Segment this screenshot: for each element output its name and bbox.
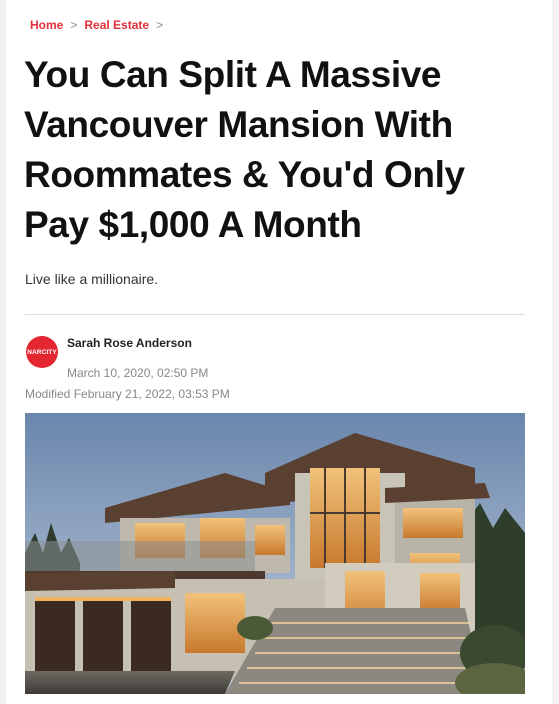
breadcrumb-separator: > [70,18,78,32]
article-title: You Can Split A Massive Vancouver Mansio… [24,54,465,245]
article-card: Home > Real Estate > You Can Split A Mas… [6,0,552,704]
author-avatar[interactable]: NARCITY [26,336,58,368]
divider [25,314,525,315]
avatar-logo-text: NARCITY [27,348,57,356]
breadcrumb-home[interactable]: Home [30,18,63,32]
hero-image [25,413,525,694]
breadcrumb-separator: > [156,18,164,32]
mansion-photo [25,413,525,694]
breadcrumb-real-estate[interactable]: Real Estate [84,18,149,32]
modified-date: Modified February 21, 2022, 03:53 PM [25,387,230,401]
author-name[interactable]: Sarah Rose Anderson [67,336,192,350]
publish-date: March 10, 2020, 02:50 PM [67,366,209,380]
article-subtitle: Live like a millionaire. [25,271,159,287]
breadcrumb: Home > Real Estate > [30,18,170,32]
